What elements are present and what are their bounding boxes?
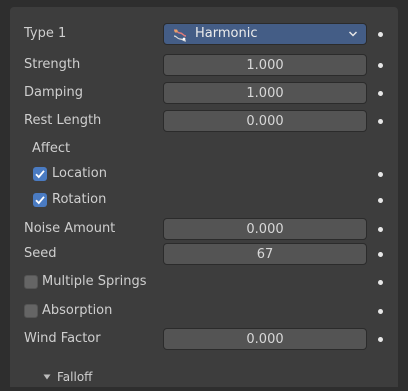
wind-factor-label: Wind Factor bbox=[24, 331, 101, 346]
force-field-settings-panel: Type 1 Harmonic Strength 1.000 Damping 1… bbox=[10, 7, 398, 387]
rotation-label: Rotation bbox=[52, 192, 107, 207]
keyframe-dot-icon[interactable] bbox=[378, 63, 383, 68]
keyframe-dot-icon[interactable] bbox=[378, 198, 383, 203]
keyframe-dot-icon[interactable] bbox=[378, 280, 383, 285]
strength-row: Strength 1.000 bbox=[10, 54, 398, 78]
multiple-springs-row: Multiple Springs bbox=[10, 271, 398, 295]
affect-label: Affect bbox=[32, 141, 71, 156]
noise-amount-field[interactable]: 0.000 bbox=[163, 218, 367, 240]
absorption-row: Absorption bbox=[10, 300, 398, 324]
type-dropdown-value: Harmonic bbox=[195, 26, 258, 41]
keyframe-dot-icon[interactable] bbox=[378, 91, 383, 96]
rest-length-row: Rest Length 0.000 bbox=[10, 110, 398, 134]
harmonic-force-icon bbox=[173, 29, 187, 42]
absorption-label: Absorption bbox=[42, 303, 113, 318]
damping-label: Damping bbox=[24, 85, 83, 100]
keyframe-dot-icon[interactable] bbox=[378, 172, 383, 177]
rest-length-field[interactable]: 0.000 bbox=[163, 110, 367, 132]
rotation-checkbox[interactable] bbox=[33, 193, 47, 207]
chevron-down-icon bbox=[348, 31, 358, 37]
seed-field[interactable]: 67 bbox=[163, 243, 367, 265]
checkmark-icon bbox=[35, 196, 45, 205]
damping-field[interactable]: 1.000 bbox=[163, 82, 367, 104]
type-row: Type 1 Harmonic bbox=[10, 23, 398, 47]
strength-field[interactable]: 1.000 bbox=[163, 54, 367, 76]
multiple-springs-checkbox[interactable] bbox=[24, 275, 38, 289]
type-dropdown[interactable]: Harmonic bbox=[163, 23, 367, 45]
falloff-label: Falloff bbox=[57, 370, 93, 384]
keyframe-dot-icon[interactable] bbox=[378, 119, 383, 124]
seed-label: Seed bbox=[24, 246, 57, 261]
keyframe-dot-icon[interactable] bbox=[378, 32, 383, 37]
rotation-row: Rotation bbox=[10, 189, 398, 213]
keyframe-dot-icon[interactable] bbox=[378, 337, 383, 342]
noise-amount-label: Noise Amount bbox=[24, 221, 116, 236]
keyframe-dot-icon[interactable] bbox=[378, 309, 383, 314]
keyframe-dot-icon[interactable] bbox=[378, 252, 383, 257]
affect-heading-row: Affect bbox=[10, 138, 398, 162]
type-label: Type 1 bbox=[24, 26, 67, 41]
multiple-springs-label: Multiple Springs bbox=[42, 274, 147, 289]
absorption-checkbox[interactable] bbox=[24, 304, 38, 318]
strength-label: Strength bbox=[24, 57, 81, 72]
collapse-arrow-icon bbox=[43, 374, 51, 380]
location-checkbox[interactable] bbox=[33, 167, 47, 181]
keyframe-dot-icon[interactable] bbox=[378, 227, 383, 232]
falloff-header[interactable]: Falloff bbox=[10, 367, 398, 391]
location-row: Location bbox=[10, 163, 398, 187]
location-label: Location bbox=[52, 166, 107, 181]
noise-amount-row: Noise Amount 0.000 bbox=[10, 218, 398, 242]
rest-length-label: Rest Length bbox=[24, 113, 102, 128]
seed-row: Seed 67 bbox=[10, 243, 398, 267]
wind-factor-field[interactable]: 0.000 bbox=[163, 328, 367, 350]
damping-row: Damping 1.000 bbox=[10, 82, 398, 106]
checkmark-icon bbox=[35, 170, 45, 179]
wind-factor-row: Wind Factor 0.000 bbox=[10, 328, 398, 352]
